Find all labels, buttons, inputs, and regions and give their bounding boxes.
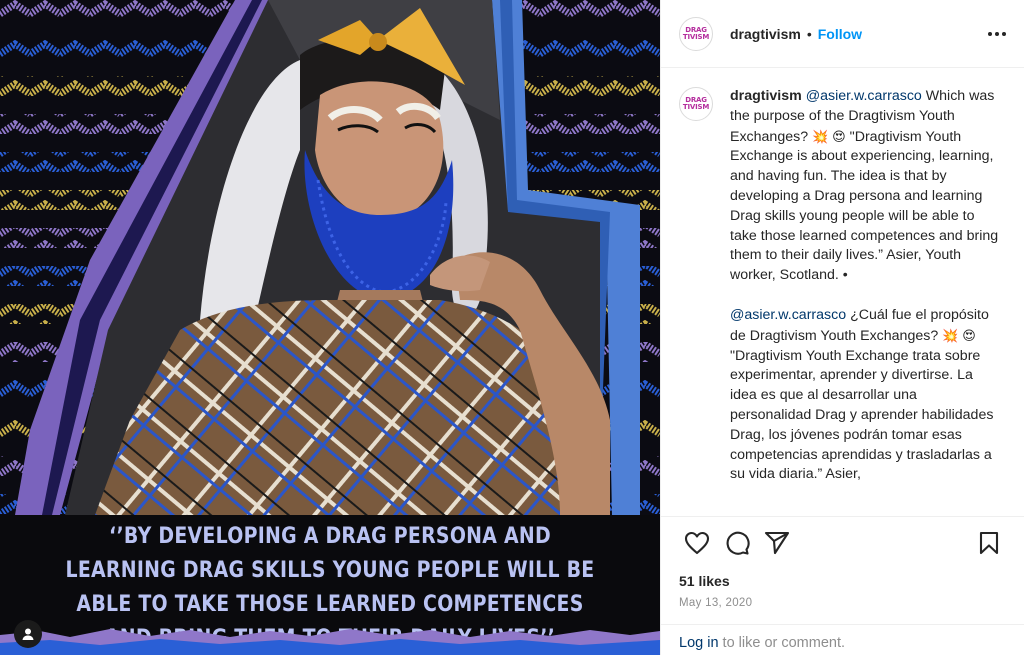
caption-paragraph-en: dragtivism @asier.w.carrasco Which was t… bbox=[730, 87, 1000, 286]
caption-text-es-2: "Dragtivism Youth Exchange trata sobre e… bbox=[730, 347, 994, 483]
likes-count[interactable]: 51 likes bbox=[679, 573, 730, 589]
collision-emoji-icon: 💥 bbox=[812, 128, 829, 144]
logo-line-2: TIVISM bbox=[682, 103, 710, 111]
collision-emoji-icon: 💥 bbox=[942, 327, 959, 343]
caption-text-en-2: "Dragtivism Youth Exchange is about expe… bbox=[730, 128, 999, 284]
tagged-users-button[interactable] bbox=[14, 620, 42, 648]
user-icon bbox=[22, 628, 34, 640]
mention-link[interactable]: @asier.w.carrasco bbox=[806, 88, 922, 104]
separator-dot: • bbox=[806, 25, 812, 42]
caption-username[interactable]: dragtivism bbox=[730, 88, 802, 104]
dragtivism-logo: DRAG TIVISM bbox=[682, 26, 710, 41]
heart-icon bbox=[684, 531, 710, 554]
login-prompt-text: to like or comment. bbox=[718, 635, 846, 651]
action-bar bbox=[661, 516, 1024, 568]
caption-avatar[interactable]: DRAG TIVISM bbox=[679, 87, 713, 121]
more-options-button[interactable] bbox=[988, 31, 1006, 36]
more-dot-icon bbox=[1002, 31, 1006, 36]
comment-icon bbox=[726, 531, 750, 555]
mention-link[interactable]: @asier.w.carrasco bbox=[730, 307, 846, 323]
follow-button[interactable]: Follow bbox=[818, 26, 862, 42]
login-prompt: Log in to like or comment. bbox=[661, 624, 1024, 655]
post-image[interactable]: ‘’BY DEVELOPING A DRAG PERSONA AND LEARN… bbox=[0, 0, 660, 655]
post-side-panel: DRAG TIVISM dragtivism • Follow DRAG TIV… bbox=[660, 0, 1024, 655]
comment-button[interactable] bbox=[717, 523, 757, 563]
caption-row: DRAG TIVISM dragtivism @asier.w.carrasco… bbox=[679, 87, 1007, 485]
caption-paragraph-es: @asier.w.carrasco ¿Cuál fue el propósito… bbox=[730, 306, 1000, 485]
heart-eyes-emoji-icon: 😍 bbox=[962, 327, 976, 343]
more-dot-icon bbox=[995, 31, 999, 36]
bookmark-icon bbox=[979, 531, 999, 554]
dragtivism-logo: DRAG TIVISM bbox=[683, 97, 709, 111]
account-username[interactable]: dragtivism bbox=[730, 26, 801, 42]
post-date[interactable]: May 13, 2020 bbox=[679, 597, 752, 609]
login-link[interactable]: Log in bbox=[679, 635, 719, 651]
post-header: DRAG TIVISM dragtivism • Follow bbox=[661, 0, 1024, 68]
heart-eyes-emoji-icon: 😍 bbox=[832, 128, 846, 144]
like-button[interactable] bbox=[677, 523, 717, 563]
send-icon bbox=[764, 531, 790, 554]
torn-paper-edge bbox=[0, 629, 660, 655]
account-avatar[interactable]: DRAG TIVISM bbox=[679, 16, 713, 51]
photo-cutout bbox=[15, 0, 640, 515]
save-button[interactable] bbox=[969, 523, 1009, 563]
logo-line-2: TIVISM bbox=[682, 32, 710, 41]
caption-area[interactable]: DRAG TIVISM dragtivism @asier.w.carrasco… bbox=[661, 69, 1024, 516]
caption-text: dragtivism @asier.w.carrasco Which was t… bbox=[730, 87, 1000, 485]
share-button[interactable] bbox=[757, 523, 797, 563]
more-dot-icon bbox=[988, 31, 992, 36]
